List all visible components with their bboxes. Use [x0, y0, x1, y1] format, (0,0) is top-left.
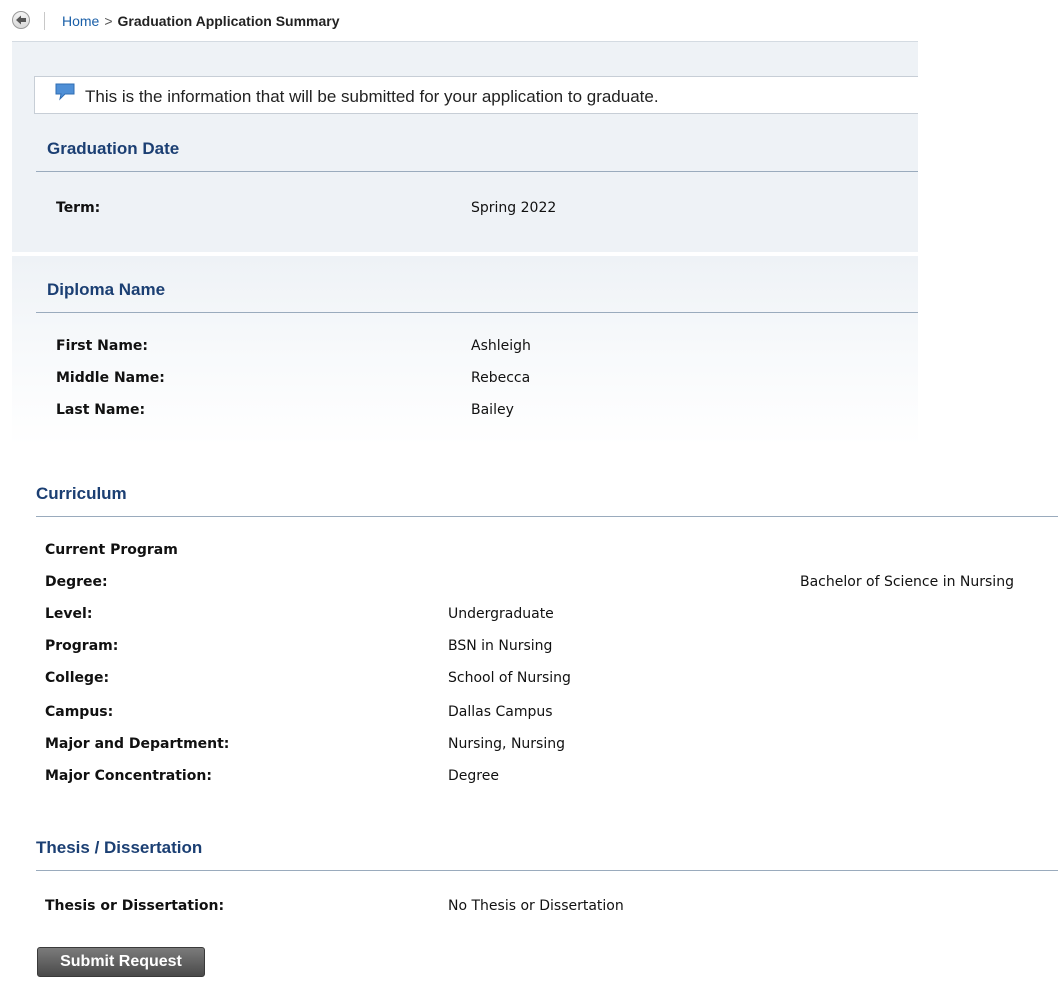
level-label: Level:: [45, 606, 93, 622]
page-title: Graduation Application Summary: [117, 13, 340, 29]
term-value: Spring 2022: [471, 200, 557, 216]
thesis-heading: Thesis / Dissertation: [36, 838, 203, 857]
thesis-label: Thesis or Dissertation:: [45, 898, 225, 914]
back-arrow-icon: [15, 14, 27, 26]
info-message-box: This is the information that will be sub…: [34, 76, 918, 114]
breadcrumb-home-link[interactable]: Home: [62, 13, 99, 29]
degree-label: Degree:: [45, 574, 108, 590]
college-label: College:: [45, 670, 110, 686]
college-value: School of Nursing: [448, 670, 571, 686]
level-value: Undergraduate: [448, 606, 554, 622]
major-department-value: Nursing, Nursing: [448, 736, 565, 752]
program-value: BSN in Nursing: [448, 638, 553, 654]
program-label: Program:: [45, 638, 119, 654]
middle-name-label: Middle Name:: [56, 370, 165, 386]
breadcrumb-separator: >: [104, 13, 113, 29]
last-name-label: Last Name:: [56, 402, 146, 418]
submit-request-button[interactable]: Submit Request: [37, 947, 205, 977]
section-divider: [36, 171, 918, 172]
section-divider: [36, 312, 918, 313]
breadcrumb-divider: [44, 12, 45, 30]
campus-label: Campus:: [45, 704, 114, 720]
comment-icon: [55, 83, 75, 106]
thesis-value: No Thesis or Dissertation: [448, 898, 624, 914]
last-name-value: Bailey: [471, 402, 514, 418]
degree-value: Bachelor of Science in Nursing: [800, 574, 1014, 590]
middle-name-value: Rebecca: [471, 370, 531, 386]
term-label: Term:: [56, 200, 101, 216]
info-message: This is the information that will be sub…: [85, 87, 659, 106]
section-divider: [36, 870, 1058, 871]
back-button[interactable]: [12, 11, 30, 29]
top-bar: Home > Graduation Application Summary: [0, 0, 1058, 42]
breadcrumb: Home > Graduation Application Summary: [62, 12, 340, 30]
section-divider: [36, 516, 1058, 517]
graduation-date-heading: Graduation Date: [47, 139, 180, 158]
current-program-label: Current Program: [45, 542, 178, 558]
major-department-label: Major and Department:: [45, 736, 230, 752]
diploma-name-heading: Diploma Name: [47, 280, 166, 299]
major-concentration-label: Major Concentration:: [45, 768, 212, 784]
first-name-label: First Name:: [56, 338, 149, 354]
campus-value: Dallas Campus: [448, 704, 553, 720]
first-name-value: Ashleigh: [471, 338, 531, 354]
curriculum-heading: Curriculum: [36, 484, 127, 503]
major-concentration-value: Degree: [448, 768, 499, 784]
